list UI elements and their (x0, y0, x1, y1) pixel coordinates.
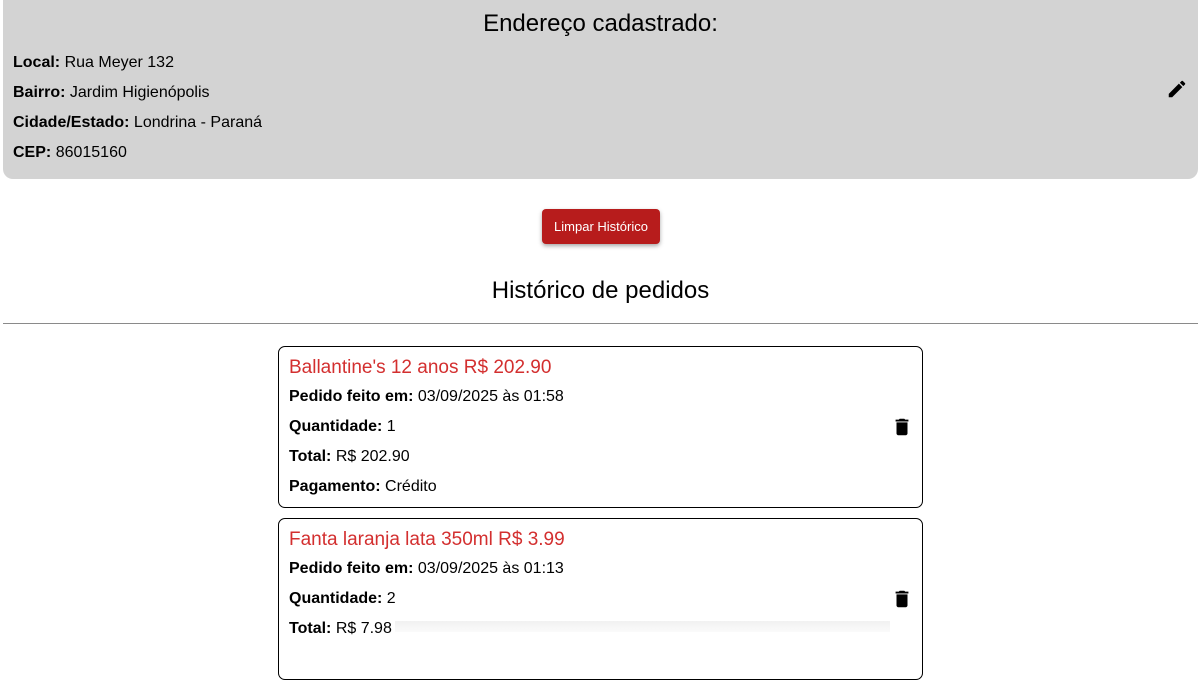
edit-address-button[interactable] (1166, 78, 1188, 100)
order-total: Total: R$ 7.98 (289, 619, 392, 639)
address-title: Endereço cadastrado: (483, 10, 718, 37)
order-date-value: 03/09/2025 às 01:13 (417, 560, 564, 577)
order-quantity-value: 2 (386, 590, 396, 607)
address-bairro: Bairro: Jardim Higienópolis (13, 83, 210, 103)
clear-history-button[interactable]: Limpar Histórico (542, 209, 660, 244)
order-card: Ballantine's 12 anos R$ 202.90 Pedido fe… (278, 346, 923, 508)
order-title: Fanta laranja lata 350ml R$ 3.99 (289, 529, 565, 550)
order-quantity: Quantidade: 1 (289, 417, 396, 437)
address-bairro-label: Bairro: (13, 84, 66, 101)
order-date: Pedido feito em: 03/09/2025 às 01:13 (289, 559, 564, 579)
order-quantity-label: Quantidade: (289, 590, 383, 607)
order-date-value: 03/09/2025 às 01:58 (417, 388, 564, 405)
address-cep: CEP: 86015160 (13, 143, 127, 163)
order-payment-label: Pagamento: (289, 478, 381, 495)
address-cep-label: CEP: (13, 144, 52, 161)
delete-order-button[interactable] (891, 588, 913, 610)
trash-icon (895, 418, 909, 436)
history-title: Histórico de pedidos (491, 277, 710, 304)
divider (3, 323, 1198, 324)
address-bairro-value: Jardim Higienópolis (69, 84, 210, 101)
address-local-value: Rua Meyer 132 (64, 54, 174, 71)
address-city-state: Cidade/Estado: Londrina - Paraná (13, 113, 262, 133)
delete-order-button[interactable] (891, 416, 913, 438)
order-total-label: Total: (289, 620, 332, 637)
address-cep-value: 86015160 (55, 144, 127, 161)
order-date-label: Pedido feito em: (289, 560, 414, 577)
order-payment: Pagamento: Crédito (289, 477, 437, 497)
order-quantity-label: Quantidade: (289, 418, 383, 435)
order-title: Ballantine's 12 anos R$ 202.90 (289, 357, 552, 378)
address-card: Endereço cadastrado: Local: Rua Meyer 13… (3, 0, 1198, 179)
scroll-fade-overlay (395, 621, 890, 632)
pencil-icon (1168, 80, 1186, 98)
trash-icon (895, 590, 909, 608)
order-date-label: Pedido feito em: (289, 388, 414, 405)
order-total-value: R$ 7.98 (335, 620, 392, 637)
order-total-value: R$ 202.90 (335, 448, 410, 465)
address-local: Local: Rua Meyer 132 (13, 53, 174, 73)
order-quantity: Quantidade: 2 (289, 589, 396, 609)
order-total-label: Total: (289, 448, 332, 465)
address-local-label: Local: (13, 54, 61, 71)
address-city-state-value: Londrina - Paraná (133, 114, 263, 131)
address-city-state-label: Cidade/Estado: (13, 114, 130, 131)
order-card: Fanta laranja lata 350ml R$ 3.99 Pedido … (278, 518, 923, 680)
order-list: Ballantine's 12 anos R$ 202.90 Pedido fe… (278, 346, 923, 690)
order-date: Pedido feito em: 03/09/2025 às 01:58 (289, 387, 564, 407)
order-total: Total: R$ 202.90 (289, 447, 410, 467)
order-quantity-value: 1 (386, 418, 396, 435)
order-payment-value: Crédito (385, 478, 437, 495)
